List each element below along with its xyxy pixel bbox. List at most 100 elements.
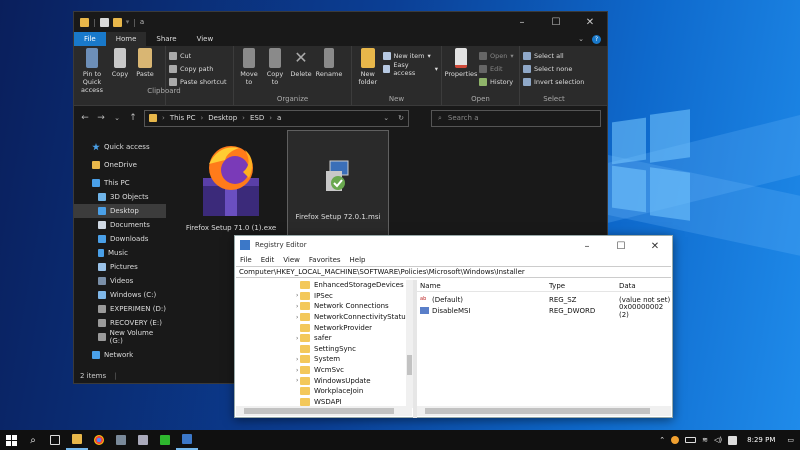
file-tile[interactable]: Firefox Setup 71.0 (1).exe [180,138,282,244]
tree-vertical-scrollbar[interactable] [406,280,413,408]
close-icon[interactable]: ✕ [573,12,607,32]
edit-button[interactable]: Edit [479,63,514,74]
delete-button[interactable]: ✕ Delete [289,48,313,95]
expand-arrow-icon[interactable]: › [296,367,298,374]
expand-arrow-icon[interactable]: › [296,377,298,384]
expand-ribbon-icon[interactable]: ⌄ [578,35,584,43]
rename-button[interactable]: Rename [315,48,343,95]
taskbar-file-explorer[interactable] [66,430,88,450]
minimize-icon[interactable]: – [570,236,604,256]
menu-file[interactable]: File [240,256,252,264]
nav-3d-objects[interactable]: 3D Objects [74,190,166,204]
clock[interactable]: 8:29 PM [747,436,775,444]
tree-item[interactable]: › Network Connections [236,301,406,312]
new-folder-qa-icon[interactable] [112,17,122,27]
nav-onedrive[interactable]: OneDrive [74,158,166,172]
column-data[interactable]: Data [619,282,671,290]
new-folder-button[interactable]: New folder [355,48,381,95]
taskbar-app[interactable] [154,430,176,450]
tree-item[interactable]: › safer [236,333,406,344]
maximize-icon[interactable]: ☐ [604,236,638,256]
tab-file[interactable]: File [74,32,106,46]
tree-item[interactable]: WorkplaceJoin [236,386,406,397]
address-bar[interactable]: › This PC › Desktop › ESD › a ⌄ ↻ [144,109,409,127]
nav-new-volume-g[interactable]: New Volume (G:) [74,329,166,345]
breadcrumb-this-pc[interactable]: This PC [170,114,196,122]
breadcrumb-desktop[interactable]: Desktop [208,114,237,122]
properties-button[interactable]: Properties [445,48,477,95]
address-dropdown-icon[interactable]: ⌄ [383,114,393,122]
menu-favorites[interactable]: Favorites [309,256,341,264]
nav-pictures[interactable]: Pictures [74,260,166,274]
back-arrow-icon[interactable]: ← [80,113,90,123]
expand-arrow-icon[interactable]: › [296,356,298,363]
taskbar-app[interactable] [132,430,154,450]
scrollbar-thumb[interactable] [425,408,650,414]
tree-item[interactable]: › IPSec [236,291,406,302]
cut-button[interactable]: Cut [169,50,230,61]
tree-horizontal-scrollbar[interactable] [236,406,412,416]
tree-item[interactable]: NetworkProvider [236,322,406,333]
nav-experimen-d[interactable]: EXPERIMEN (D:) [74,302,166,316]
paste-shortcut-button[interactable]: Paste shortcut [169,76,230,87]
select-none-button[interactable]: Select none [523,63,585,74]
menu-view[interactable]: View [283,256,300,264]
close-icon[interactable]: ✕ [638,236,672,256]
expand-arrow-icon[interactable]: › [296,335,298,342]
scrollbar-thumb[interactable] [407,355,412,375]
expand-arrow-icon[interactable]: › [296,314,298,321]
recent-locations-chevron-icon[interactable]: ⌄ [112,114,122,122]
start-button[interactable] [0,430,22,450]
nav-desktop[interactable]: Desktop [74,204,166,218]
search-button[interactable]: ⌕ [22,430,44,450]
column-type[interactable]: Type [549,282,619,290]
nav-windows-c[interactable]: Windows (C:) [74,288,166,302]
values-horizontal-scrollbar[interactable] [417,406,671,416]
qa-dropdown-icon[interactable]: ▾ [126,18,130,26]
volume-icon[interactable]: ◁) [714,436,722,444]
breadcrumb-a[interactable]: a [277,114,281,122]
registry-path-bar[interactable]: Computer\HKEY_LOCAL_MACHINE\SOFTWARE\Pol… [236,266,671,278]
tree-item[interactable]: › WindowsUpdate [236,375,406,386]
nav-this-pc[interactable]: This PC [74,176,166,190]
nav-network[interactable]: Network [74,348,166,362]
up-arrow-icon[interactable]: ↑ [128,113,138,123]
expand-arrow-icon[interactable]: › [296,303,298,310]
language-icon[interactable] [728,435,738,445]
properties-qa-icon[interactable] [99,17,109,27]
menu-edit[interactable]: Edit [261,256,275,264]
show-hidden-icons-chevron-icon[interactable]: ⌃ [659,436,665,444]
search-box[interactable]: ⌕ Search a [431,109,601,127]
tree-item[interactable]: SettingSync [236,344,406,355]
column-name[interactable]: Name [417,282,549,290]
notifications-icon[interactable]: ▭ [787,436,794,444]
tray-app-icon[interactable] [671,436,680,444]
nav-music[interactable]: Music [74,246,166,260]
battery-icon[interactable] [685,437,697,443]
tab-view[interactable]: View [187,32,224,46]
help-icon[interactable]: ? [592,34,601,44]
taskbar-chrome[interactable] [88,430,110,450]
nav-videos[interactable]: Videos [74,274,166,288]
tree-item[interactable]: › System [236,354,406,365]
forward-arrow-icon[interactable]: → [96,113,106,123]
minimize-icon[interactable]: – [505,12,539,32]
value-row[interactable]: DisableMSI REG_DWORD 0x00000002 (2) [417,303,671,319]
tree-item[interactable]: › NetworkConnectivityStatu [236,312,406,323]
tree-item[interactable]: › WcmSvc [236,365,406,376]
tab-share[interactable]: Share [146,32,186,46]
select-all-button[interactable]: Select all [523,50,585,61]
wifi-icon[interactable]: ≋ [702,436,708,444]
menu-help[interactable]: Help [350,256,366,264]
new-item-button[interactable]: New item ▾ [382,50,438,61]
open-button[interactable]: Open ▾ [479,50,514,61]
invert-selection-button[interactable]: Invert selection [523,76,585,87]
refresh-icon[interactable]: ↻ [398,114,408,122]
scrollbar-thumb[interactable] [244,408,394,414]
copy-to-button[interactable]: Copy to [263,48,287,95]
nav-quick-access[interactable]: Quick access [74,140,166,154]
tab-home[interactable]: Home [105,32,147,46]
easy-access-button[interactable]: Easy access ▾ [382,61,438,77]
nav-downloads[interactable]: Downloads [74,232,166,246]
nav-recovery-e[interactable]: RECOVERY (E:) [74,316,166,330]
